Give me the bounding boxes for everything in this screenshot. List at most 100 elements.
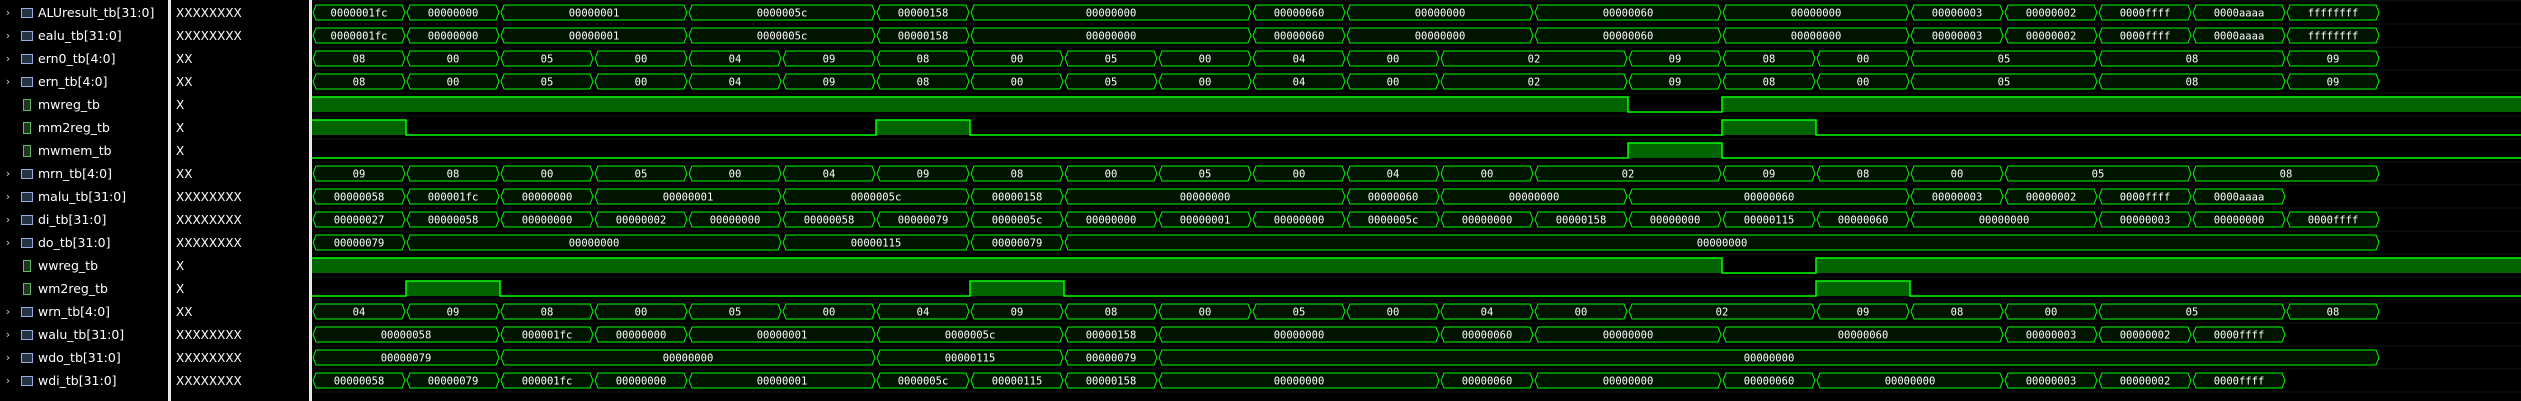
signal-value-pane: XXXXXXXX XXXXXXXX XX XX X X X XX XXXXXXXX XXXXXXX… [171,0,309,401]
signal-row[interactable]: › wdo_tb[31:0] [0,346,168,369]
bit-high-fill [1487,97,1534,112]
bus-value-label: 09 [823,54,836,66]
bus-value-label: 02 [1528,54,1541,66]
signal-row[interactable]: › do_tb[31:0] [0,231,168,254]
signal-row[interactable]: › malu_tb[31:0] [0,185,168,208]
signal-row[interactable]: › ern0_tb[4:0] [0,47,168,70]
signal-row[interactable]: › di_tb[31:0] [0,208,168,231]
chevron-right-icon[interactable]: › [2,75,14,88]
bus-value-label: 00000158 [1086,376,1137,388]
bit-high-fill [1393,258,1440,273]
signal-name: mwreg_tb [38,97,100,112]
bit-high-fill [923,120,970,135]
bus-value-label: 00000000 [2214,215,2265,227]
signal-row[interactable]: mwmem_tb [0,139,168,162]
signal-value: XX [176,74,193,89]
bus-value-label: 00000002 [2120,376,2171,388]
signal-row[interactable]: › mrn_tb[4:0] [0,162,168,185]
waveform-pane[interactable]: 0000001fc 00000000 00000001 0000005c 0000015… [312,0,2521,401]
signal-name: wwreg_tb [38,258,99,273]
bit-high-fill [1017,281,1064,296]
bit-high-fill [876,258,923,273]
bus-value-label: 00000115 [851,238,902,250]
bus-signal-icon [20,374,34,387]
bit-high-fill [1205,97,1252,112]
chevron-right-icon[interactable]: › [2,236,14,249]
signal-row[interactable]: › ealu_tb[31:0] [0,24,168,47]
bus-value-label: 04 [1293,77,1306,89]
bus-value-label: 00000060 [1744,192,1795,204]
bit-high-fill [1628,258,1675,273]
bit-high-fill [923,97,970,112]
bus-value-label: 0000ffff [2120,192,2171,204]
bus-value-label: 00000000 [1086,215,1137,227]
bus-value-label: 00000060 [1462,330,1513,342]
chevron-right-icon[interactable]: › [2,29,14,42]
bit-high-fill [1158,258,1205,273]
bus-value-label: 00000060 [1744,376,1795,388]
bus-value-label: 00 [635,54,648,66]
bit-high-fill [1769,120,1816,135]
bus-value-label: 09 [447,307,460,319]
chevron-right-icon[interactable]: › [2,305,14,318]
wire-signal-icon [20,282,34,295]
bus-value-label: 08 [2280,169,2293,181]
bus-value-label: 00000001 [569,8,620,20]
bus-value-label: ffffffff [2308,31,2359,43]
bus-signal-icon [20,213,34,226]
signal-row[interactable]: › ern_tb[4:0] [0,70,168,93]
bus-value-label: 05 [1105,77,1118,89]
chevron-right-icon[interactable]: › [2,374,14,387]
bus-value-label: 05 [729,307,742,319]
bus-value-label: 00000079 [381,353,432,365]
chevron-right-icon[interactable]: › [2,190,14,203]
chevron-right-icon[interactable]: › [2,328,14,341]
bus-value-label: 00000001 [569,31,620,43]
bus-value-label: 08 [1763,54,1776,66]
bus-signal-icon [20,236,34,249]
bus-signal-icon [20,351,34,364]
signal-row[interactable]: › ALUresult_tb[31:0] [0,1,168,24]
signal-row[interactable]: › walu_tb[31:0] [0,323,168,346]
bit-high-fill [1957,258,2004,273]
chevron-right-icon[interactable]: › [2,213,14,226]
chevron-right-icon[interactable]: › [2,351,14,364]
bus-value-label: 00 [1293,169,1306,181]
chevron-right-icon[interactable]: › [2,6,14,19]
bus-value-label: 00000079 [334,238,385,250]
bus-value-label: 0000ffff [2120,31,2171,43]
bus-value-label: 00000000 [663,353,714,365]
bit-high-fill [2333,258,2380,273]
bus-value-label: 00000060 [1274,8,1325,20]
bit-high-fill [1628,143,1675,158]
bus-value-label: 00000079 [428,376,479,388]
bus-value-label: 00 [541,169,554,181]
bus-value-label: 00000000 [1086,31,1137,43]
bit-high-fill [1440,97,1487,112]
signal-value: X [176,120,185,135]
bit-high-fill [2004,97,2051,112]
bus-value-label: 00000027 [334,215,385,227]
signal-row[interactable]: mm2reg_tb [0,116,168,139]
bit-high-fill [2239,258,2286,273]
bus-value-label: 00000000 [1979,215,2030,227]
chevron-right-icon[interactable]: › [2,52,14,65]
signal-row[interactable]: › wdi_tb[31:0] [0,369,168,392]
bus-value-label: 00 [823,307,836,319]
bit-high-fill [1722,97,1769,112]
signal-row[interactable]: › wrn_tb[4:0] [0,300,168,323]
bit-high-fill [1487,258,1534,273]
chevron-right-icon[interactable]: › [2,167,14,180]
bus-value-label: 00000058 [428,215,479,227]
bus-value-label: 0000ffff [2214,330,2265,342]
bus-value-label: 08 [917,54,930,66]
bit-high-fill [500,97,547,112]
signal-name: di_tb[31:0] [38,212,107,227]
bus-value-label: 00000000 [1697,238,1748,250]
bus-value-label: 00000158 [1086,330,1137,342]
signal-row[interactable]: mwreg_tb [0,93,168,116]
signal-row[interactable]: wwreg_tb [0,254,168,277]
bus-value-label: 00000060 [1462,376,1513,388]
bit-high-fill [594,97,641,112]
signal-row[interactable]: wm2reg_tb [0,277,168,300]
